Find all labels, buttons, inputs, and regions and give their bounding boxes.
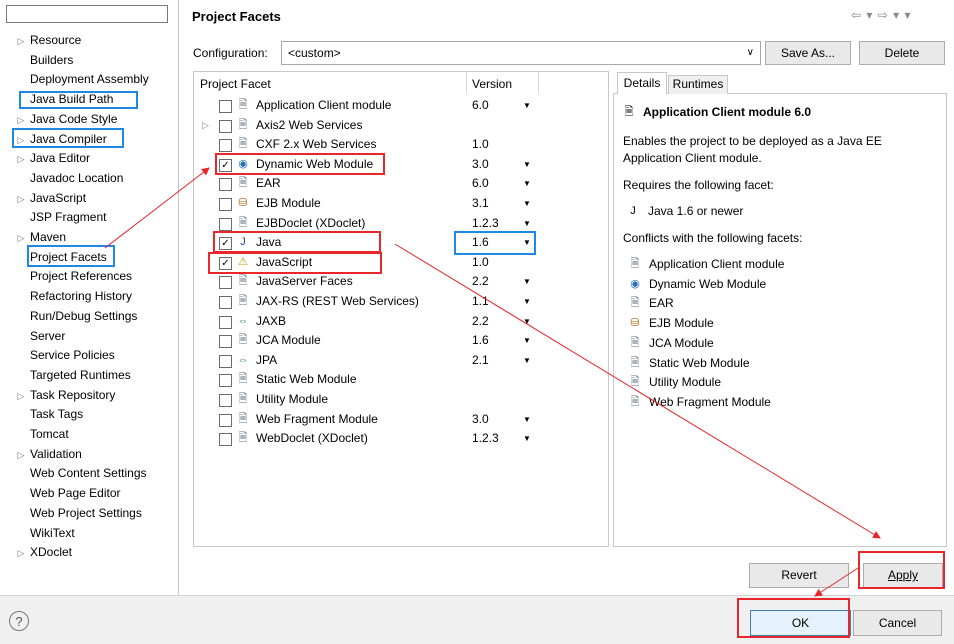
- arrow-to-ok: [814, 567, 859, 597]
- arrow-to-dynamic-web: [104, 167, 210, 249]
- annotation-arrows: [104, 167, 881, 597]
- arrow-to-apply: [394, 243, 881, 539]
